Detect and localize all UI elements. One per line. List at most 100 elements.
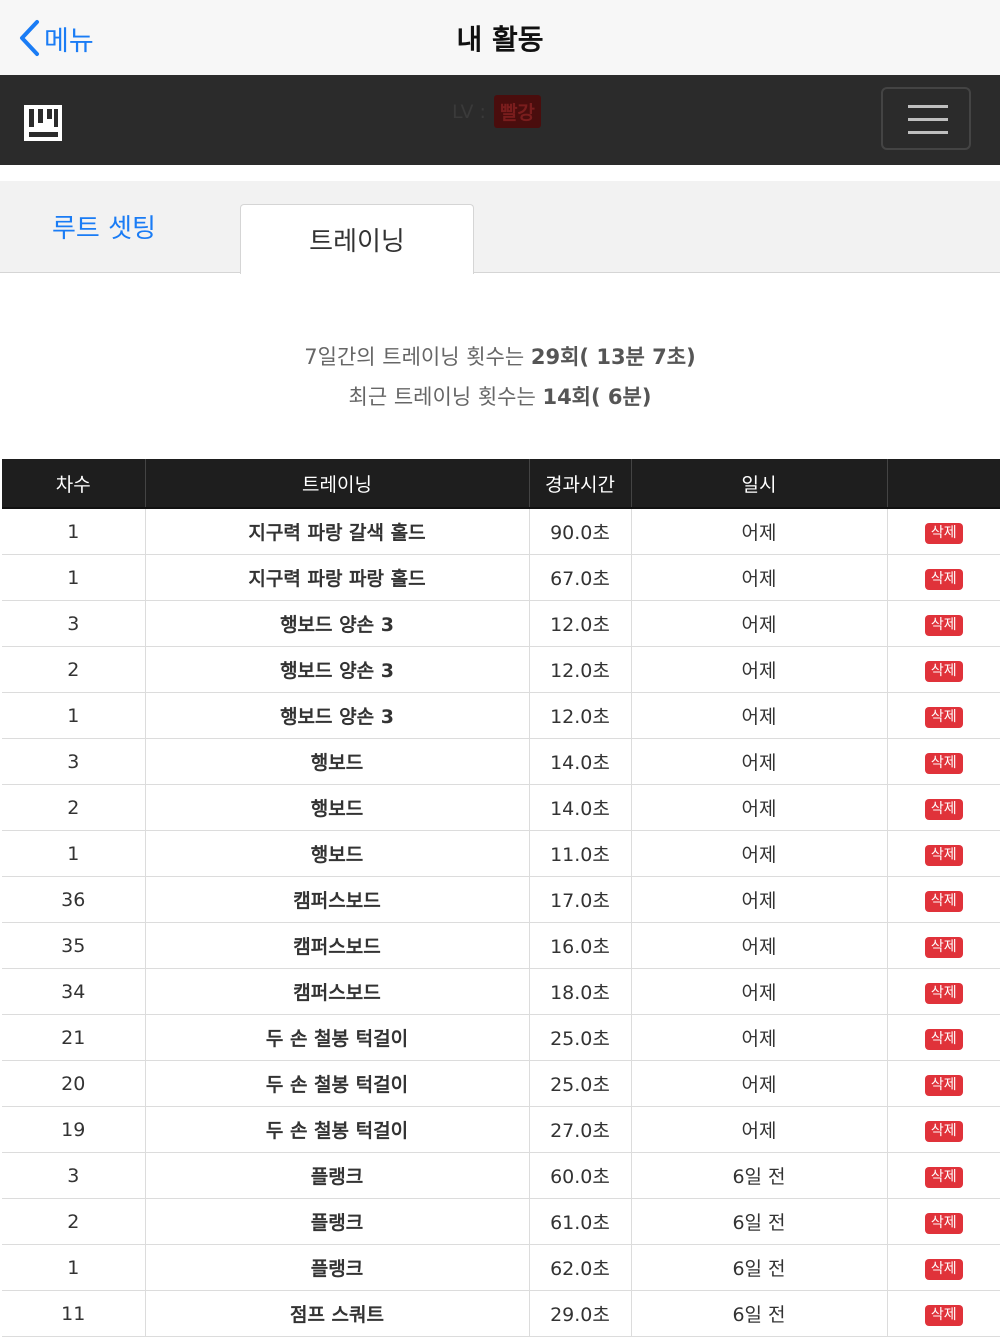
delete-button[interactable]: 삭제 [924, 1028, 963, 1050]
table-body: 1 지구력 파랑 갈색 홀드 90.0초 어제 삭제 1 지구력 파랑 파랑 홀드 67.0초… [2, 508, 1000, 1337]
elapsed-cell: 17.0초 [529, 876, 632, 923]
table-row: 1 플랭크 62.0초 6일 전 삭제 [2, 1244, 1000, 1291]
table-row: 3 행보드 14.0초 어제 삭제 [2, 738, 1000, 785]
action-cell: 삭제 [887, 1198, 1000, 1245]
weekly-summary-label: 7일간의 트레이닝 횟수는 [304, 345, 531, 369]
training-link[interactable]: 점프 스쿼트 [145, 1290, 530, 1337]
date-cell: 어제 [631, 508, 888, 555]
training-link[interactable]: 지구력 파랑 갈색 홀드 [145, 508, 530, 555]
elapsed-cell: 11.0초 [529, 830, 632, 877]
date-cell: 어제 [631, 922, 888, 969]
date-cell: 어제 [631, 784, 888, 831]
training-link[interactable]: 캠퍼스보드 [145, 922, 530, 969]
delete-button[interactable]: 삭제 [924, 614, 963, 636]
table-row: 36 캠퍼스보드 17.0초 어제 삭제 [2, 876, 1000, 923]
training-link[interactable]: 플랭크 [145, 1244, 530, 1291]
tab-training[interactable]: 트레이닝 [240, 204, 474, 274]
action-cell: 삭제 [887, 738, 1000, 785]
action-cell: 삭제 [887, 922, 1000, 969]
table-row: 2 행보드 양손 3 12.0초 어제 삭제 [2, 646, 1000, 693]
delete-button[interactable]: 삭제 [924, 1166, 963, 1188]
delete-button[interactable]: 삭제 [924, 1258, 963, 1280]
level-label: LV : [452, 100, 486, 123]
page-title: 내 활동 [456, 23, 544, 56]
elapsed-cell: 90.0초 [529, 508, 632, 555]
training-link[interactable]: 캠퍼스보드 [145, 968, 530, 1015]
round-cell: 1 [2, 830, 146, 877]
table-row: 1 행보드 양손 3 12.0초 어제 삭제 [2, 692, 1000, 739]
training-link[interactable]: 두 손 철봉 턱걸이 [145, 1060, 530, 1107]
hamburger-menu-button[interactable] [881, 87, 971, 150]
delete-button[interactable]: 삭제 [924, 936, 963, 958]
delete-button[interactable]: 삭제 [924, 522, 963, 544]
date-cell: 어제 [631, 646, 888, 693]
action-cell: 삭제 [887, 600, 1000, 647]
tab-bar: 루트 셋팅 트레이닝 [0, 181, 1000, 274]
delete-button[interactable]: 삭제 [924, 568, 963, 590]
elapsed-cell: 12.0초 [529, 600, 632, 647]
training-link[interactable]: 플랭크 [145, 1152, 530, 1199]
training-link[interactable]: 행보드 양손 3 [145, 600, 530, 647]
menu-icon-bar [908, 105, 948, 108]
table-header-row: 차수 트레이닝 경과시간 일시 [2, 459, 1000, 509]
elapsed-cell: 12.0초 [529, 646, 632, 693]
logo-icon[interactable] [24, 105, 62, 141]
action-cell: 삭제 [887, 1152, 1000, 1199]
action-cell: 삭제 [887, 830, 1000, 877]
round-cell: 1 [2, 1244, 146, 1291]
date-cell: 어제 [631, 692, 888, 739]
table-row: 1 지구력 파랑 파랑 홀드 67.0초 어제 삭제 [2, 554, 1000, 601]
action-cell: 삭제 [887, 1106, 1000, 1153]
column-header-date: 일시 [631, 459, 888, 509]
table-row: 19 두 손 철봉 턱걸이 27.0초 어제 삭제 [2, 1106, 1000, 1153]
training-link[interactable]: 지구력 파랑 파랑 홀드 [145, 554, 530, 601]
elapsed-cell: 14.0초 [529, 738, 632, 785]
action-cell: 삭제 [887, 968, 1000, 1015]
round-cell: 1 [2, 692, 146, 739]
delete-button[interactable]: 삭제 [924, 752, 963, 774]
table-row: 20 두 손 철봉 턱걸이 25.0초 어제 삭제 [2, 1060, 1000, 1107]
weekly-summary-value: 29회( 13분 7초) [530, 345, 696, 369]
elapsed-cell: 16.0초 [529, 922, 632, 969]
training-link[interactable]: 두 손 철봉 턱걸이 [145, 1106, 530, 1153]
training-link[interactable]: 행보드 [145, 784, 530, 831]
tab-route-setting[interactable]: 루트 셋팅 [0, 181, 208, 272]
action-cell: 삭제 [887, 1244, 1000, 1291]
date-cell: 어제 [631, 600, 888, 647]
round-cell: 3 [2, 738, 146, 785]
delete-button[interactable]: 삭제 [924, 1304, 963, 1326]
action-cell: 삭제 [887, 646, 1000, 693]
date-cell: 어제 [631, 1060, 888, 1107]
action-cell: 삭제 [887, 554, 1000, 601]
delete-button[interactable]: 삭제 [924, 890, 963, 912]
delete-button[interactable]: 삭제 [924, 1212, 963, 1234]
delete-button[interactable]: 삭제 [924, 660, 963, 682]
menu-icon-bar [908, 131, 948, 134]
delete-button[interactable]: 삭제 [924, 982, 963, 1004]
table-row: 2 플랭크 61.0초 6일 전 삭제 [2, 1198, 1000, 1245]
delete-button[interactable]: 삭제 [924, 1074, 963, 1096]
round-cell: 3 [2, 600, 146, 647]
delete-button[interactable]: 삭제 [924, 706, 963, 728]
round-cell: 20 [2, 1060, 146, 1107]
round-cell: 21 [2, 1014, 146, 1061]
training-link[interactable]: 행보드 양손 3 [145, 692, 530, 739]
action-cell: 삭제 [887, 1060, 1000, 1107]
delete-button[interactable]: 삭제 [924, 798, 963, 820]
training-link[interactable]: 플랭크 [145, 1198, 530, 1245]
training-link[interactable]: 행보드 [145, 830, 530, 877]
round-cell: 1 [2, 554, 146, 601]
training-link[interactable]: 두 손 철봉 턱걸이 [145, 1014, 530, 1061]
action-cell: 삭제 [887, 1290, 1000, 1337]
elapsed-cell: 60.0초 [529, 1152, 632, 1199]
training-link[interactable]: 캠퍼스보드 [145, 876, 530, 923]
delete-button[interactable]: 삭제 [924, 844, 963, 866]
table-row: 1 행보드 11.0초 어제 삭제 [2, 830, 1000, 877]
action-cell: 삭제 [887, 784, 1000, 831]
training-link[interactable]: 행보드 양손 3 [145, 646, 530, 693]
training-link[interactable]: 행보드 [145, 738, 530, 785]
date-cell: 6일 전 [631, 1152, 888, 1199]
delete-button[interactable]: 삭제 [924, 1120, 963, 1142]
round-cell: 1 [2, 508, 146, 555]
round-cell: 19 [2, 1106, 146, 1153]
